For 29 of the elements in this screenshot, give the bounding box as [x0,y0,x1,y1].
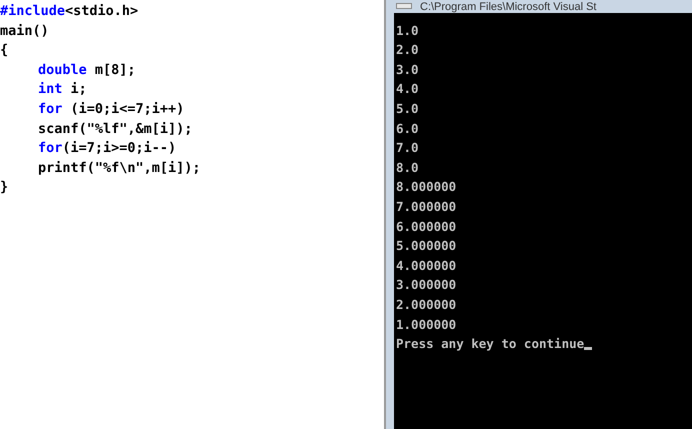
console-line: 1.0 [396,22,419,39]
code-line: main() [0,22,49,41]
window-icon [396,3,412,9]
console-line: 1.000000 [396,316,456,332]
console-line: 2.0 [396,42,419,58]
console-line: 6.000000 [396,218,456,235]
console-line: 5.0 [396,100,419,117]
code-line: int i; [38,80,87,100]
console-line: 7.0 [396,140,419,156]
console-line: 2.000000 [396,296,456,313]
code-line: scanf("%lf",&m[i]); [38,120,192,139]
code-line: { [0,41,8,60]
console-line: 3.0 [396,62,419,78]
console-line: 4.0 [396,81,419,98]
code-line: #include<stdio.h> [0,2,138,21]
code-line: for(i=7;i>=0;i--) [38,139,176,158]
console-line: 6.0 [396,120,419,137]
console-line: 7.000000 [396,198,456,215]
code-line: for (i=0;i<=7;i++) [38,100,184,119]
console-line: 5.000000 [396,238,456,254]
console-line: 3.000000 [396,277,456,294]
code-line: double m[8]; [38,60,136,80]
console-line: 8.000000 [396,179,456,196]
code-line: printf("%f\n",m[i]); [38,158,201,178]
window-title: C:\Program Files\Microsoft Visual St [420,2,596,13]
console-line: 4.000000 [396,258,456,274]
console-line: 8.0 [396,160,419,176]
code-line: } [0,178,8,198]
console-line: Press any key to continue [396,336,584,352]
